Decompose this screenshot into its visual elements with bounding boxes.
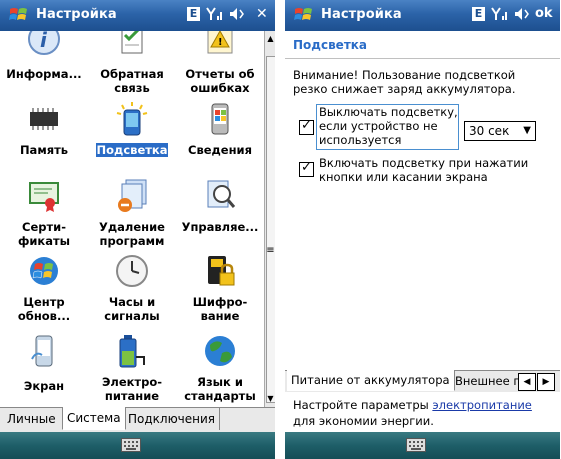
two-screenshots: Настройка E ✕ i Информа... Обратная связ… <box>0 0 561 459</box>
timeout-value: 30 сек <box>469 124 510 138</box>
keyboard-icon[interactable] <box>121 438 141 452</box>
settings-tab-strip: Личные Система Подключения <box>0 407 275 432</box>
item-label: Шифро- вание <box>192 295 248 323</box>
close-button[interactable]: ✕ <box>256 6 268 22</box>
item-label: Отчеты об ошибках <box>185 67 255 95</box>
dropdown-arrow-icon: ▼ <box>523 125 531 136</box>
windows-logo-icon[interactable] <box>8 5 30 25</box>
item-label: Экран <box>23 379 65 393</box>
update-center-icon <box>30 257 58 285</box>
settings-item[interactable]: Память <box>0 101 88 163</box>
item-label: Серти- фикаты <box>17 220 71 248</box>
scroll-thumb[interactable] <box>266 56 275 403</box>
timeout-dropdown[interactable]: 30 сек ▼ <box>464 121 536 141</box>
regional-settings-icon <box>205 336 235 366</box>
title-bar: Настройка E ok <box>285 0 560 31</box>
power-hint-prefix: Настройте параметры <box>293 398 433 412</box>
scroll-grip-icon: ≡ <box>266 245 275 256</box>
item-label: Удаление программ <box>99 220 165 248</box>
settings-item[interactable]: Удаление программ <box>88 177 176 248</box>
settings-item[interactable]: Шифро- вание <box>176 253 264 325</box>
tab-personal[interactable]: Личные <box>3 408 60 430</box>
about-device-icon <box>211 103 229 135</box>
tab-battery-power[interactable]: Питание от аккумулятора <box>287 370 455 391</box>
managed-programs-icon <box>207 180 236 208</box>
item-label: Управляе... <box>181 220 259 234</box>
turn-off-backlight-checkbox[interactable]: ✓ <box>299 118 314 135</box>
settings-item[interactable]: Экран <box>0 333 88 405</box>
power-hint: Настройте параметры электропитание <box>293 398 555 412</box>
tab-system[interactable]: Система <box>62 407 126 430</box>
settings-item[interactable]: Язык и стандарты <box>176 333 264 405</box>
power-hint-suffix: для экономии энергии. <box>293 414 434 428</box>
item-label: Информа... <box>6 67 82 81</box>
tab-connections[interactable]: Подключения <box>124 408 221 430</box>
turn-on-backlight-checkbox[interactable]: ✓ <box>299 160 314 177</box>
vertical-scrollbar[interactable]: ▲ ≡ ▼ <box>264 31 275 407</box>
settings-system-screen: Настройка E ✕ i Информа... Обратная связ… <box>0 0 275 459</box>
window-title: Настройка <box>36 7 117 22</box>
backlight-settings-screen: Настройка E ok Подсветка Внимание! Польз… <box>285 0 560 459</box>
settings-item[interactable]: Серти- фикаты <box>0 177 88 248</box>
tab-scroll-left-arrow[interactable]: ◀ <box>518 373 536 391</box>
item-label: Сведения <box>188 143 252 157</box>
item-label: Обратная связь <box>100 67 164 95</box>
item-label: Подсветка <box>95 143 169 157</box>
item-label: Центр обнов... <box>17 295 71 323</box>
svg-text:!: ! <box>218 37 223 48</box>
tab-scroll-right-arrow[interactable]: ▶ <box>537 373 555 391</box>
keyboard-icon[interactable] <box>406 438 426 452</box>
soft-key-bar <box>0 432 275 459</box>
power-source-tab-strip: Питание от аккумулятора Внешнее пит ◀ ▶ <box>285 370 560 392</box>
certificates-icon <box>29 182 59 212</box>
signal-icon[interactable] <box>491 6 509 25</box>
settings-item-selected[interactable]: Подсветка <box>88 101 176 163</box>
settings-icon-grid: i Информа... Обратная связь ! Отчеты об … <box>0 31 264 407</box>
power-icon <box>119 335 145 368</box>
ok-button[interactable]: ok <box>535 6 553 21</box>
item-label: Память <box>19 143 69 157</box>
settings-item[interactable]: Сведения <box>176 101 264 163</box>
turn-off-backlight-label: Выключать подсветку, если устройство не … <box>319 105 458 147</box>
title-bar: Настройка E ✕ <box>0 0 275 31</box>
volume-icon[interactable] <box>513 6 531 25</box>
encryption-icon <box>208 256 235 286</box>
error-report-icon: ! <box>207 31 233 54</box>
item-label: Электро- питание <box>101 375 163 403</box>
backlight-icon <box>116 102 148 136</box>
remove-programs-icon <box>118 179 147 212</box>
screen-icon <box>31 335 53 367</box>
turn-on-backlight-label: Включать подсветку при нажатии кнопки ил… <box>319 156 529 184</box>
svg-text:i: i <box>40 31 48 52</box>
settings-item[interactable]: Центр обнов... <box>0 253 88 325</box>
screen-divider <box>275 0 285 459</box>
volume-icon[interactable] <box>228 6 246 25</box>
settings-item[interactable]: Обратная связь <box>88 31 176 95</box>
soft-key-bar <box>285 432 560 459</box>
window-title: Настройка <box>321 7 402 22</box>
signal-icon[interactable] <box>206 6 224 25</box>
settings-item[interactable]: Управляе... <box>176 177 264 247</box>
clock-icon <box>116 255 148 287</box>
edge-indicator: E <box>472 7 485 21</box>
tab-external-power[interactable]: Внешнее пит <box>451 371 525 391</box>
page-heading: Подсветка <box>293 38 368 52</box>
settings-item[interactable]: i Информа... <box>0 31 88 83</box>
info-icon: i <box>28 31 60 55</box>
scroll-down-arrow[interactable]: ▼ <box>265 393 275 404</box>
memory-chip-icon <box>30 108 58 130</box>
settings-item[interactable]: Часы и сигналы <box>88 253 176 325</box>
item-label: Язык и стандарты <box>184 375 256 403</box>
edge-indicator: E <box>187 7 200 21</box>
power-settings-link[interactable]: электропитание <box>432 398 532 412</box>
settings-item[interactable]: Электро- питание <box>88 333 176 405</box>
heading-divider <box>285 58 560 59</box>
windows-logo-icon[interactable] <box>293 5 315 25</box>
scroll-up-arrow[interactable]: ▲ <box>265 33 275 44</box>
feedback-icon <box>121 31 143 54</box>
item-label: Часы и сигналы <box>104 295 160 323</box>
battery-warning: Внимание! Пользование подсветкой резко с… <box>293 68 516 96</box>
settings-item[interactable]: ! Отчеты об ошибках <box>176 31 264 95</box>
